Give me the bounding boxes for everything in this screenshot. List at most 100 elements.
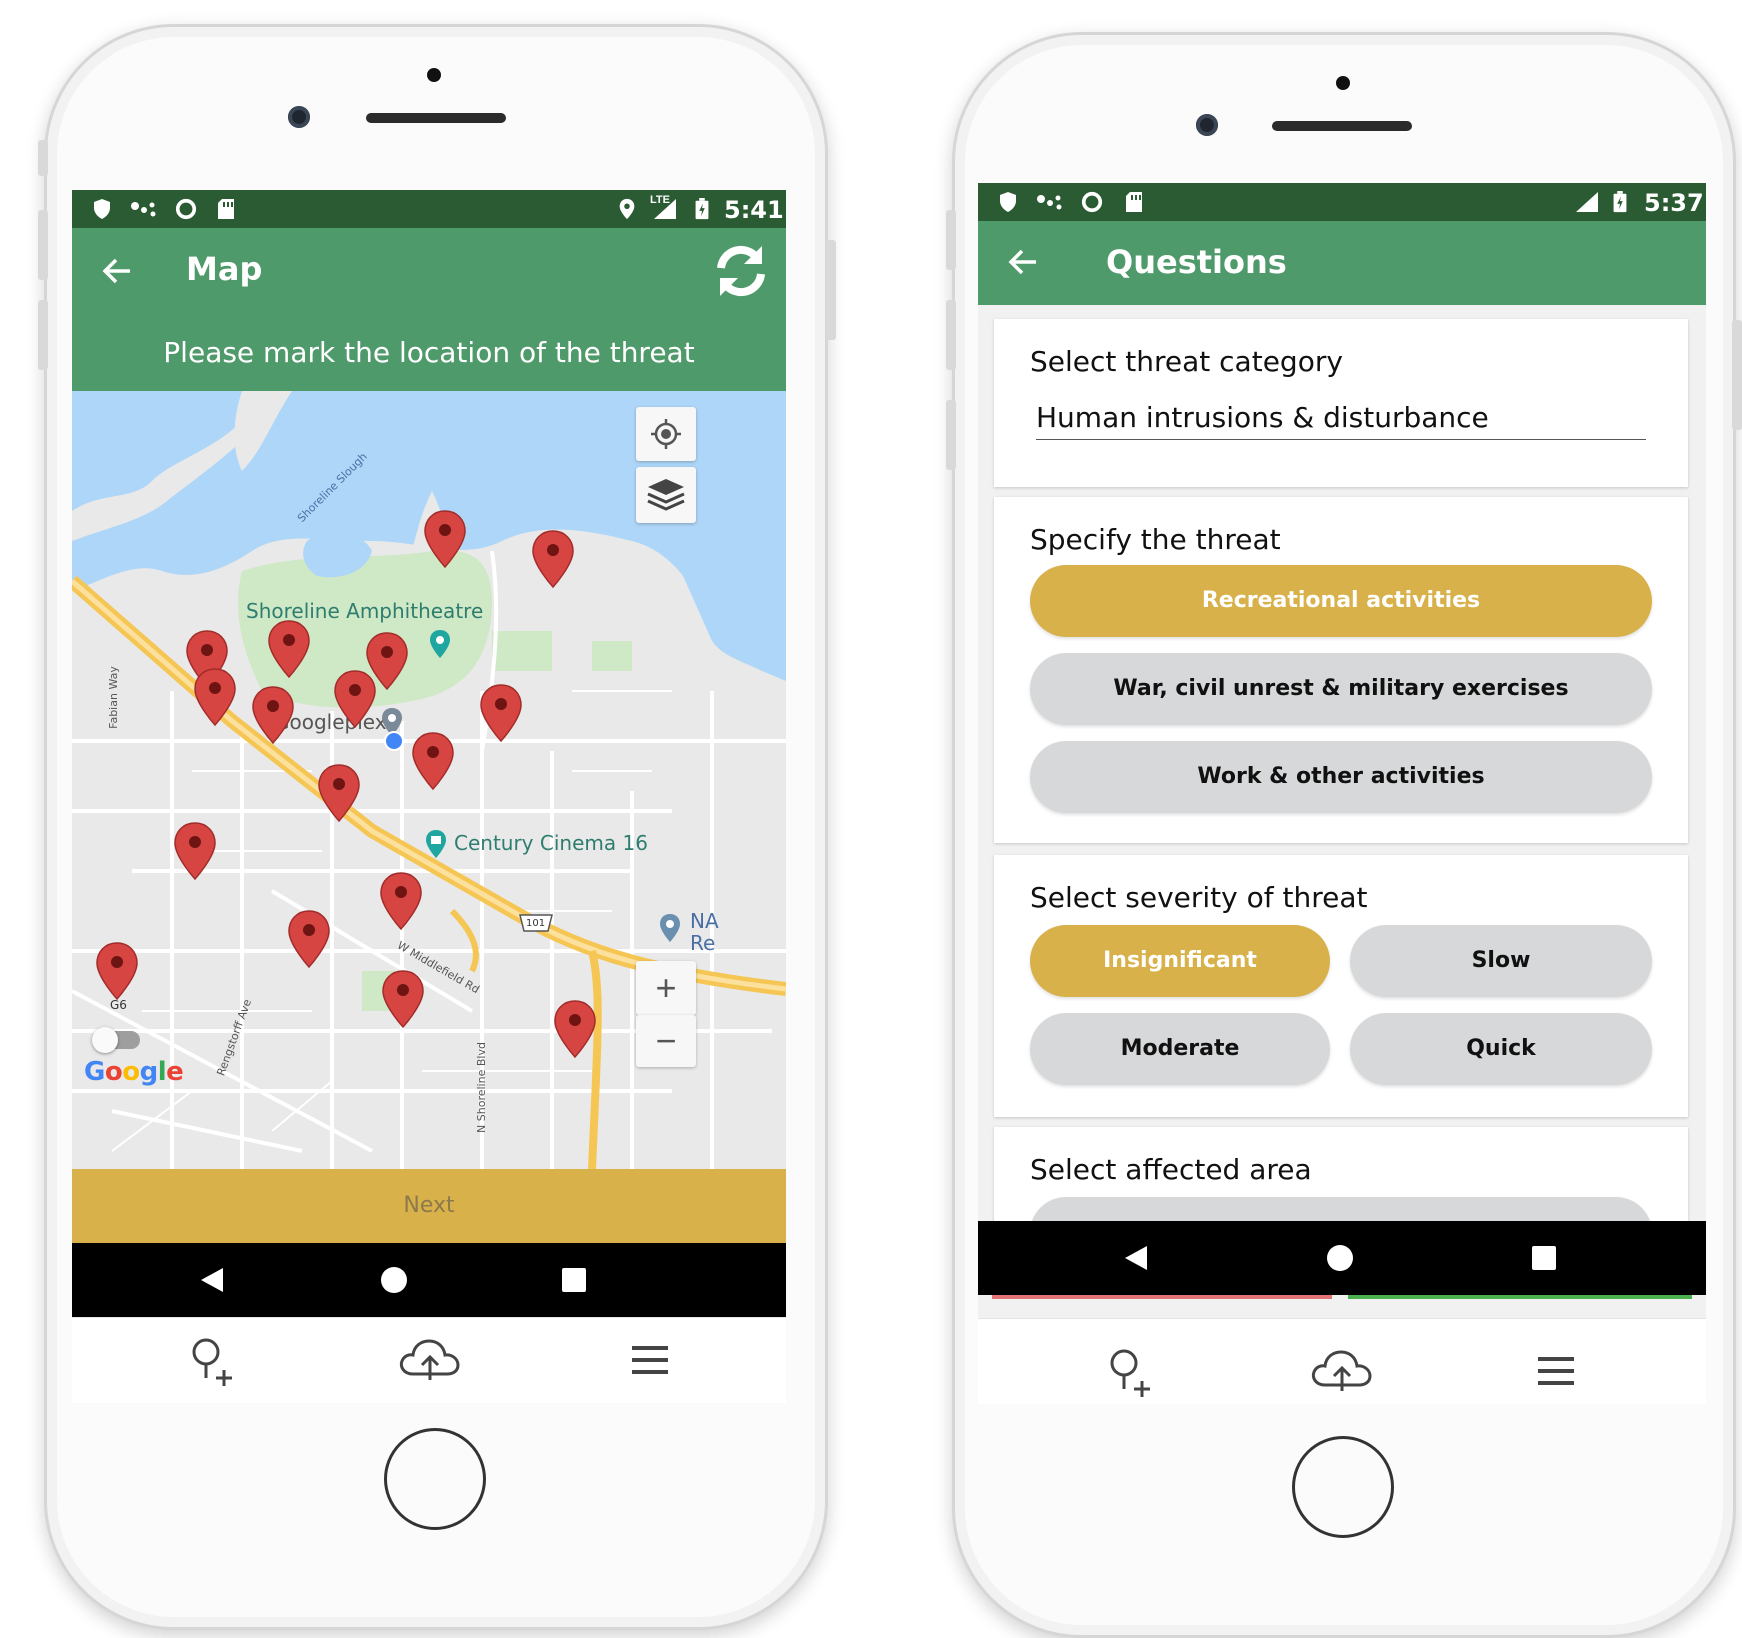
progress-strip-green — [1348, 1295, 1692, 1299]
battery-icon — [695, 198, 709, 220]
tab-cloud-upload[interactable] — [1302, 1339, 1382, 1403]
poi-marker-park[interactable] — [428, 629, 452, 659]
proximity-sensor-right — [1336, 76, 1350, 90]
poi-marker-cinema[interactable] — [424, 829, 448, 859]
threat-pin-marker[interactable] — [422, 509, 468, 569]
category-select[interactable]: Human intrusions & disturbance — [1036, 401, 1646, 440]
volume-up-button-right — [946, 210, 956, 270]
threat-pin-marker[interactable] — [332, 669, 378, 729]
threat-pin-marker[interactable] — [266, 619, 312, 679]
my-location-button[interactable] — [636, 407, 696, 461]
category-card: Select threat category Human intrusions … — [994, 319, 1688, 487]
tab-menu[interactable] — [1516, 1339, 1596, 1403]
nav-back-button[interactable] — [1096, 1221, 1176, 1295]
threat-pin-marker[interactable] — [192, 667, 238, 727]
map-label-shoreline-blvd: N Shoreline Blvd — [474, 1042, 488, 1133]
my-location-icon — [651, 419, 681, 449]
nav-recents-button[interactable] — [1504, 1221, 1584, 1295]
threat-pin-marker[interactable] — [530, 529, 576, 589]
layers-icon — [647, 479, 685, 511]
tab-add-location[interactable] — [1090, 1339, 1170, 1403]
sdcard-icon — [218, 199, 234, 219]
next-button[interactable]: Next — [72, 1169, 786, 1243]
nav-back-button[interactable] — [172, 1243, 252, 1317]
volume-down-button — [38, 300, 48, 370]
power-button — [826, 240, 836, 340]
map-toggle-thumb[interactable] — [92, 1027, 118, 1053]
instruction-banner: Please mark the location of the threat — [72, 314, 786, 391]
nav-home-button[interactable] — [354, 1243, 434, 1317]
poi-marker-na[interactable] — [658, 913, 682, 943]
arrow-back-icon[interactable] — [100, 254, 134, 288]
triangle-back-icon — [201, 1268, 223, 1292]
status-time: 5:41 — [724, 196, 784, 224]
threat-option-war[interactable]: War, civil unrest & military exercises — [1030, 653, 1652, 725]
signal-icon — [1576, 192, 1598, 212]
cloud-upload-icon — [1311, 1350, 1372, 1391]
earpiece-speaker — [366, 113, 506, 123]
shield-icon — [94, 199, 110, 219]
progress-strip-red — [992, 1295, 1332, 1299]
threat-pin-marker[interactable] — [552, 999, 598, 1059]
app-bar: Map — [72, 228, 786, 314]
tab-cloud-upload[interactable] — [390, 1328, 470, 1392]
category-value: Human intrusions & disturbance — [1036, 401, 1489, 434]
threat-option-work[interactable]: Work & other activities — [1030, 741, 1652, 813]
severity-option-quick[interactable]: Quick — [1350, 1013, 1652, 1085]
volume-down-button-right — [946, 300, 956, 370]
proximity-sensor — [427, 68, 441, 82]
cloud-upload-icon — [399, 1339, 460, 1380]
add-location-icon — [192, 1338, 232, 1386]
sdcard-icon — [1126, 192, 1142, 212]
threat-pin-marker[interactable] — [478, 683, 524, 743]
app-bar: Questions — [978, 221, 1706, 305]
threat-pin-marker[interactable] — [286, 909, 332, 969]
severity-option-moderate[interactable]: Moderate — [1030, 1013, 1330, 1085]
threat-pin-marker[interactable] — [250, 685, 296, 745]
google-logo: Google — [84, 1057, 184, 1087]
tab-add-location[interactable] — [172, 1328, 252, 1392]
threat-option-recreational[interactable]: Recreational activities — [1030, 565, 1652, 637]
page-title: Questions — [1106, 243, 1287, 281]
threat-title: Specify the threat — [1030, 523, 1281, 556]
zoom-in-button[interactable]: + — [636, 961, 696, 1015]
refresh-icon[interactable] — [712, 242, 770, 300]
tab-menu[interactable] — [610, 1328, 690, 1392]
home-button[interactable] — [384, 1428, 486, 1530]
circle-icon — [1081, 191, 1103, 213]
home-button-right[interactable] — [1292, 1436, 1394, 1538]
threat-pin-marker[interactable] — [380, 969, 426, 1029]
threat-pin-marker[interactable] — [410, 731, 456, 791]
triangle-back-icon — [1125, 1246, 1147, 1270]
status-time: 5:37 — [1644, 189, 1704, 217]
android-nav-bar — [72, 1243, 786, 1317]
circle-home-icon — [1327, 1245, 1353, 1271]
location-icon — [619, 198, 635, 220]
threat-pin-marker[interactable] — [316, 763, 362, 823]
map-label-re: Re — [690, 931, 716, 955]
threat-pin-marker[interactable] — [172, 821, 218, 881]
circle-home-icon — [381, 1267, 407, 1293]
nav-home-button[interactable] — [1300, 1221, 1380, 1295]
map-label-cinema: Century Cinema 16 — [454, 831, 648, 855]
severity-title: Select severity of threat — [1030, 881, 1368, 914]
threat-pin-marker[interactable] — [378, 871, 424, 931]
threat-pin-marker[interactable] — [94, 941, 140, 1001]
circle-icon — [175, 198, 197, 220]
severity-option-insignificant[interactable]: Insignificant — [1030, 925, 1330, 997]
current-location-dot — [384, 731, 404, 751]
signal-icon — [654, 199, 676, 219]
volume-up-button — [38, 210, 48, 280]
battery-icon — [1613, 191, 1627, 213]
zoom-out-button[interactable]: − — [636, 1015, 696, 1067]
page-title: Map — [186, 250, 263, 288]
shield-icon — [1000, 192, 1016, 212]
status-bar: 5:37 — [978, 183, 1706, 221]
arrow-back-icon[interactable] — [1006, 245, 1040, 279]
threat-card: Specify the threat Recreational activiti… — [994, 497, 1688, 843]
map-view[interactable]: Shoreline Amphitheatre Googleplex Centur… — [72, 391, 786, 1169]
map-label-fabian: Fabian Way — [106, 666, 120, 729]
nav-recents-button[interactable] — [534, 1243, 614, 1317]
severity-option-slow[interactable]: Slow — [1350, 925, 1652, 997]
layers-button[interactable] — [636, 467, 696, 523]
